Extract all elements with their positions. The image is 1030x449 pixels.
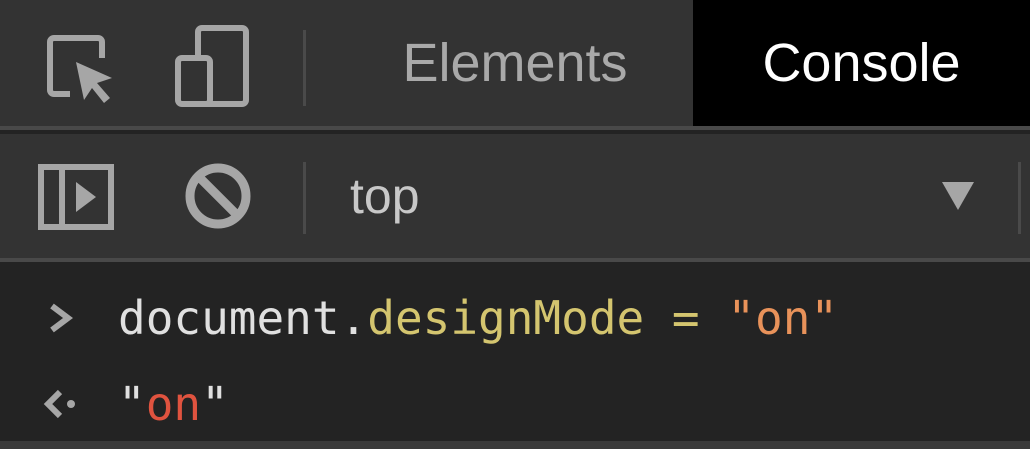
code-string-value: on [755,291,811,345]
chevron-right-icon [50,303,73,333]
context-label: top [350,168,420,224]
toolbar-separator-right [1018,162,1021,234]
console-output[interactable]: document. designMode = " on " " on " [0,266,1030,441]
result-value: on [145,377,202,431]
clear-console-button[interactable] [178,156,258,236]
clear-console-icon [185,163,251,229]
code-close-quote: " [810,291,839,345]
context-selector[interactable]: top [340,148,1000,244]
result-open-quote: " [118,377,146,431]
tabbar-separator [303,30,306,106]
code-object: document [118,291,340,345]
console-input-code: document. designMode = " on " [118,278,838,358]
console-sidebar-button[interactable] [38,164,114,230]
inspect-element-icon [47,35,112,103]
tab-console[interactable]: Console [693,0,1030,126]
console-result: " on " [118,364,229,444]
result-close-quote: " [201,377,229,431]
toolbar-separator [303,162,306,234]
bottom-divider [0,441,1030,449]
console-sidebar-icon [38,164,114,230]
tab-elements[interactable]: Elements [380,0,650,126]
device-toolbar-icon [175,25,249,107]
console-toolbar: top [0,134,1030,262]
console-output-line: " on " [0,364,1030,444]
devtools-panel: Elements Console top document . designMo… [0,0,1030,449]
code-property: designMode [367,291,645,345]
tab-bar: Elements Console [0,0,1030,130]
code-dot: . [339,291,368,345]
code-open-quote: " [727,291,756,345]
code-operator: = [644,291,728,345]
console-input-line: document. designMode = " on " [0,278,1030,358]
chevron-down-icon [942,182,974,210]
inspect-element-button[interactable] [40,28,120,108]
return-arrow-icon [43,389,75,419]
device-toolbar-button[interactable] [168,22,256,110]
